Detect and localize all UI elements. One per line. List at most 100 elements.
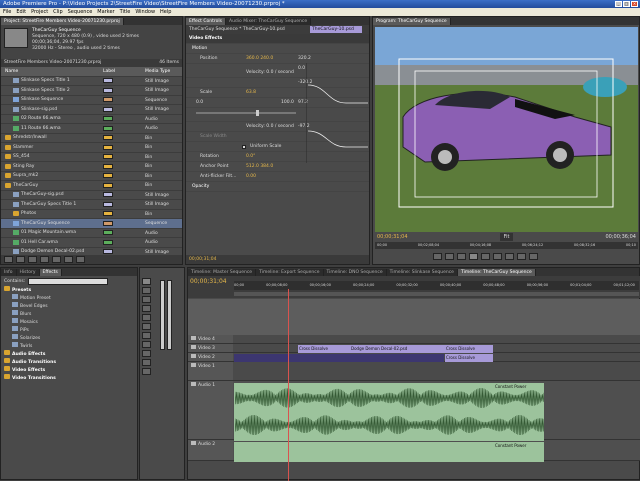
project-item[interactable]: 11 Route 66.wma Audio: [1, 124, 182, 134]
eye-icon[interactable]: [191, 345, 196, 349]
tab-audio-mixer[interactable]: Audio Mixer: TheCarGuy Sequence: [226, 18, 312, 25]
track-select-tool-icon[interactable]: [142, 287, 151, 294]
close-icon[interactable]: ×: [631, 1, 638, 7]
project-item[interactable]: TheCarGuy-sig.psd Still Image: [1, 191, 182, 200]
menu-clip[interactable]: Clip: [53, 8, 62, 16]
track-header[interactable]: Audio 1: [188, 381, 233, 440]
icon-view-button[interactable]: [16, 256, 25, 263]
uniform-scale-checkbox[interactable]: [242, 145, 246, 149]
project-item[interactable]: TheCarGuy Sequence Sequence: [1, 219, 182, 229]
column-label[interactable]: Label: [103, 67, 143, 76]
tab-timeline[interactable]: Timeline: Slinkase Sequence: [386, 269, 458, 276]
effects-tree-item[interactable]: Twirls: [1, 342, 137, 350]
set-out-button[interactable]: [445, 252, 454, 260]
project-item[interactable]: SS_454 Bin: [1, 153, 182, 162]
eye-icon[interactable]: [191, 336, 196, 340]
track-header[interactable]: Video 1: [188, 362, 233, 381]
track-header[interactable]: Video 4: [188, 335, 233, 344]
scale-slider-track[interactable]: [196, 112, 296, 114]
menu-window[interactable]: Window: [135, 8, 155, 16]
tab-project[interactable]: Project: StreetFire Members Video-200712…: [1, 18, 124, 25]
track-header[interactable]: Video 3: [188, 344, 233, 353]
zoom-tool-icon[interactable]: [142, 368, 151, 375]
eye-icon[interactable]: [191, 363, 196, 367]
v3-cross-dissolve-1[interactable]: Cross Dissolve: [298, 345, 350, 353]
project-item[interactable]: Supra_mk2 Bin: [1, 172, 182, 181]
tab-timeline[interactable]: Timeline: Master Sequence: [188, 269, 257, 276]
project-item[interactable]: TheCarGuy Specs Title 1 Still Image: [1, 200, 182, 210]
scale-value[interactable]: 63.8: [246, 88, 256, 98]
program-fit-dropdown[interactable]: Fit: [499, 233, 514, 241]
menu-file[interactable]: File: [3, 8, 11, 16]
program-ruler[interactable]: 00;00 00;02;08;04 00;04;16;08 00;06;24;12 00…: [375, 242, 638, 249]
effects-tree-item[interactable]: Mosaics: [1, 318, 137, 326]
effects-tree-item[interactable]: Audio Effects: [1, 350, 137, 358]
new-bin-button[interactable]: [52, 256, 61, 263]
program-video-frame[interactable]: [375, 27, 638, 232]
column-media-type[interactable]: Media Type: [143, 67, 182, 76]
antiflicker-value[interactable]: 0.00: [246, 172, 256, 182]
position-value[interactable]: 360.0 240.0: [246, 54, 273, 64]
effects-tree-item[interactable]: Audio Transitions: [1, 358, 137, 366]
playhead[interactable]: [288, 289, 289, 481]
loop-button[interactable]: [493, 252, 502, 260]
minimize-icon[interactable]: _: [615, 1, 622, 7]
project-item[interactable]: Slammer Bin: [1, 143, 182, 153]
play-icon[interactable]: [469, 252, 478, 260]
effects-tree-item[interactable]: Bevel Edges: [1, 302, 137, 310]
tab-timeline[interactable]: Timeline: Export Sequence: [256, 269, 324, 276]
motion-row[interactable]: Motion: [186, 44, 369, 54]
rate-stretch-tool-icon[interactable]: [142, 314, 151, 321]
effects-tree-item[interactable]: Video Transitions: [1, 374, 137, 382]
menu-marker[interactable]: Marker: [97, 8, 114, 16]
rolling-edit-tool-icon[interactable]: [142, 305, 151, 312]
set-in-button[interactable]: [433, 252, 442, 260]
timeline-ruler[interactable]: 00;00 00;00;08;00 00;00;16;00 00;00;24;00 00…: [234, 281, 639, 290]
column-name[interactable]: Name: [1, 67, 103, 76]
speaker-icon[interactable]: [191, 382, 196, 386]
tab-history[interactable]: History: [16, 269, 40, 276]
slip-tool-icon[interactable]: [142, 332, 151, 339]
track-header[interactable]: Video 2: [188, 353, 233, 362]
list-view-button[interactable]: [4, 256, 13, 263]
opacity-row[interactable]: Opacity: [186, 182, 369, 192]
effects-search-input[interactable]: [28, 277, 109, 285]
tab-effect-controls[interactable]: Effect Controls: [186, 18, 226, 25]
extract-button[interactable]: [517, 252, 526, 260]
project-item[interactable]: Slinkase Specs Title 1 Still Image: [1, 77, 182, 86]
tab-timeline[interactable]: Timeline: TheCarGuy Sequence: [457, 269, 536, 276]
project-item[interactable]: 01 Hell Car.wma Audio: [1, 238, 182, 248]
effects-tree-item[interactable]: Video Effects: [1, 366, 137, 374]
effect-timecode[interactable]: 00;00;31;04: [186, 255, 369, 264]
new-item-button[interactable]: [64, 256, 73, 263]
project-item[interactable]: 02 Route 66.wma Audio: [1, 115, 182, 124]
razor-tool-icon[interactable]: [142, 323, 151, 330]
menu-project[interactable]: Project: [31, 8, 48, 16]
timeline-timecode[interactable]: 00;00;31;04: [190, 278, 227, 285]
delete-button[interactable]: [76, 256, 85, 263]
step-back-button[interactable]: [457, 252, 466, 260]
clip-bar[interactable]: TheCarGuy-10.psd: [310, 26, 362, 33]
maximize-icon[interactable]: □: [623, 1, 630, 7]
project-item[interactable]: Shredstr/Inwall Bin: [1, 134, 182, 143]
tab-program[interactable]: Program: TheCarGuy Sequence: [373, 18, 451, 25]
slide-tool-icon[interactable]: [142, 341, 151, 348]
audio-1-constant-power[interactable]: Constant Power: [494, 383, 544, 390]
program-timecode-current[interactable]: 00;00;31;04: [377, 233, 408, 241]
effects-tree-item[interactable]: Blurs: [1, 310, 137, 318]
tab-info[interactable]: Info: [1, 269, 17, 276]
audio-2-constant-power[interactable]: Constant Power: [494, 442, 544, 449]
effects-tree-item[interactable]: Solarizes: [1, 334, 137, 342]
tab-effects[interactable]: Effects: [39, 269, 62, 276]
scale-slider-thumb[interactable]: [256, 110, 259, 116]
hand-tool-icon[interactable]: [142, 359, 151, 366]
tab-timeline[interactable]: Timeline: DNO Sequence: [323, 269, 387, 276]
effects-tree-item[interactable]: PiPs: [1, 326, 137, 334]
project-item[interactable]: Photos Bin: [1, 210, 182, 219]
ripple-edit-tool-icon[interactable]: [142, 296, 151, 303]
trim-button[interactable]: [529, 252, 538, 260]
speaker-icon[interactable]: [191, 441, 196, 445]
project-item[interactable]: TheCarGuy Bin: [1, 181, 182, 191]
pen-tool-icon[interactable]: [142, 350, 151, 357]
audio-1-clip[interactable]: [234, 383, 544, 441]
